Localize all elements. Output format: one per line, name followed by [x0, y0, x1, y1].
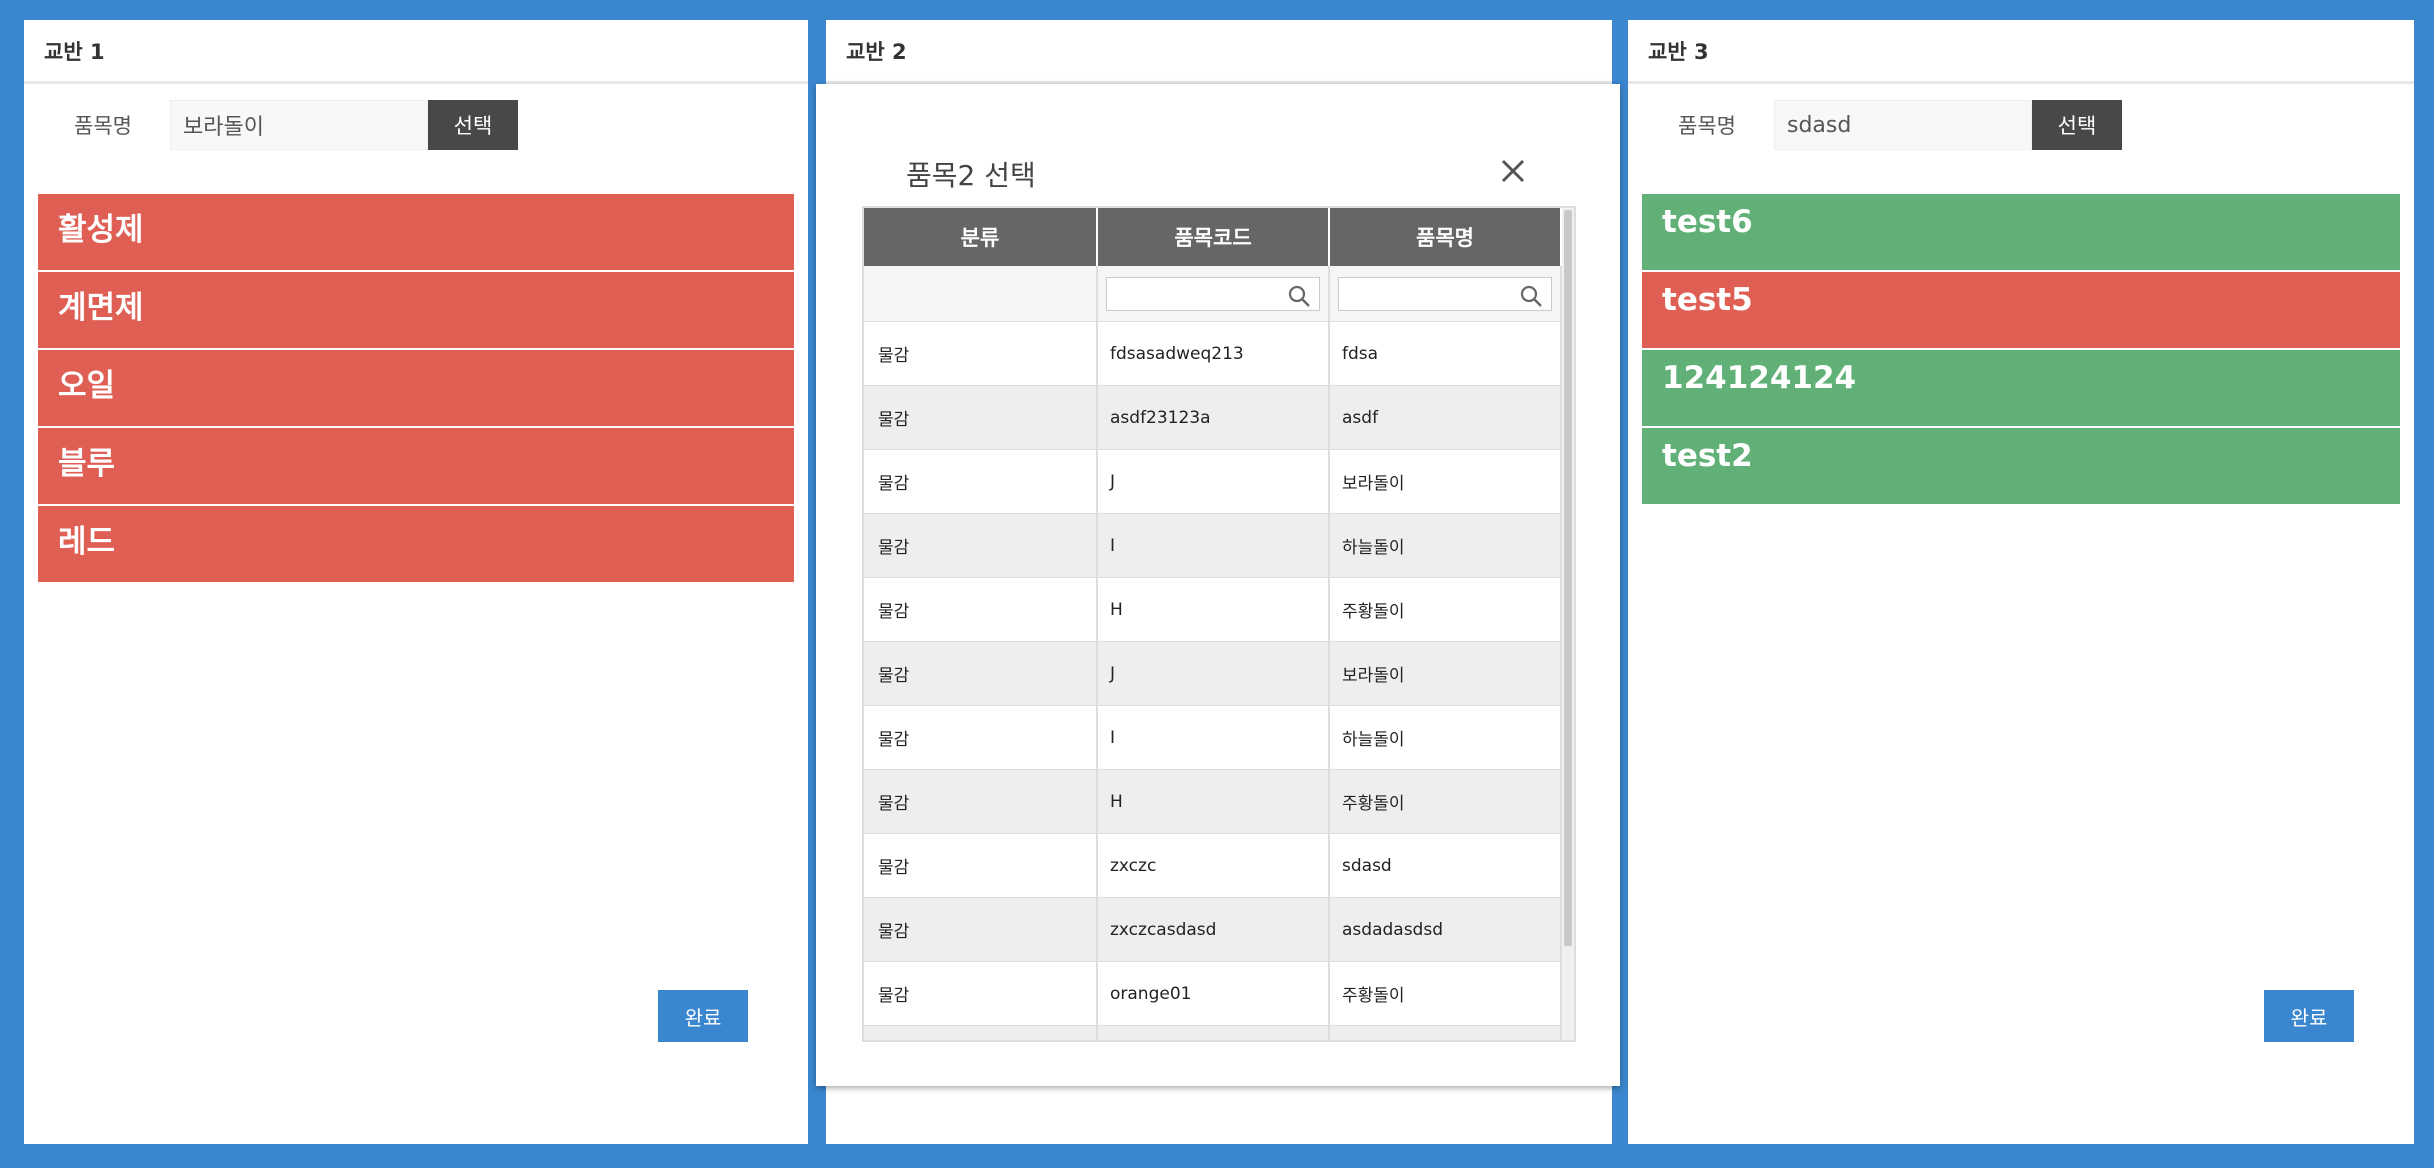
grid-scrollbar[interactable]: [1562, 208, 1574, 1040]
cell-category: 물감: [864, 706, 1098, 769]
cell-name: asdadasdsd: [1330, 898, 1562, 961]
table-row[interactable]: 물감 H 주황돌이: [864, 578, 1574, 642]
panel-title: 교반 2: [826, 20, 1612, 84]
filter-cell-empty: [864, 266, 1098, 321]
table-row[interactable]: 물감 zxczcasdasd asdadasdsd: [864, 898, 1574, 962]
select-button[interactable]: 선택: [428, 100, 518, 150]
filter-cell-code: [1098, 266, 1330, 321]
panel-title: 교반 3: [1628, 20, 2414, 84]
cell-code: zxczc: [1098, 834, 1330, 897]
cell-name: 주황돌이: [1330, 578, 1562, 641]
table-row[interactable]: 물감 orange01 주황돌이: [864, 962, 1574, 1026]
search-label: 품목명: [1678, 114, 1736, 138]
table-row[interactable]: 물감 J 보라돌이: [864, 450, 1574, 514]
grid-header: 분류 품목코드 품목명: [864, 208, 1574, 266]
cell-code: asdf23123a: [1098, 386, 1330, 449]
list-item[interactable]: test2: [1642, 428, 2400, 506]
list-item[interactable]: 블루: [38, 428, 794, 506]
done-button[interactable]: 완료: [2264, 990, 2354, 1042]
cell-code: zxczcasdasd: [1098, 898, 1330, 961]
list-item[interactable]: 계면제: [38, 272, 794, 350]
item-list: test6 test5 124124124 test2: [1642, 194, 2400, 506]
empty-cell: [1330, 1026, 1562, 1040]
cell-category: 물감: [864, 962, 1098, 1025]
column-header-name[interactable]: 품목명: [1330, 208, 1562, 266]
cell-category: 물감: [864, 834, 1098, 897]
list-item[interactable]: 오일: [38, 350, 794, 428]
cell-code: I: [1098, 514, 1330, 577]
table-row[interactable]: 물감 asdf23123a asdf: [864, 386, 1574, 450]
done-button[interactable]: 완료: [658, 990, 748, 1042]
table-row[interactable]: 물감 zxczc sdasd: [864, 834, 1574, 898]
cell-code: fdsasadweq213: [1098, 322, 1330, 385]
list-item[interactable]: test6: [1642, 194, 2400, 272]
item-select-modal: 품목2 선택 분류 품목코드 품목명 물감 fdsasadweq213 fdsa…: [816, 84, 1620, 1086]
table-row[interactable]: 물감 fdsasadweq213 fdsa: [864, 322, 1574, 386]
search-input[interactable]: sdasd: [1774, 100, 2032, 150]
name-filter-input[interactable]: [1338, 276, 1552, 311]
column-header-code[interactable]: 품목코드: [1098, 208, 1330, 266]
cell-category: 물감: [864, 322, 1098, 385]
cell-name: 주황돌이: [1330, 962, 1562, 1025]
panel-3: 교반 3 품목명 sdasd 선택 test6 test5 124124124 …: [1628, 20, 2414, 1144]
table-row[interactable]: 물감 I 하늘돌이: [864, 514, 1574, 578]
cell-name: 주황돌이: [1330, 770, 1562, 833]
cell-code: H: [1098, 578, 1330, 641]
filter-row: [864, 266, 1574, 322]
search-row: 품목명 sdasd 선택: [1678, 100, 2122, 150]
item-list: 활성제 계면제 오일 블루 레드: [38, 194, 794, 584]
cell-name: fdsa: [1330, 322, 1562, 385]
search-icon[interactable]: [1287, 284, 1311, 308]
cell-code: J: [1098, 642, 1330, 705]
cell-name: asdf: [1330, 386, 1562, 449]
grid-body: 물감 fdsasadweq213 fdsa 물감 asdf23123a asdf 물감 J 보라…: [864, 322, 1574, 1040]
search-icon[interactable]: [1519, 284, 1543, 308]
cell-category: 물감: [864, 514, 1098, 577]
panel-title: 교반 1: [24, 20, 808, 84]
item-grid: 분류 품목코드 품목명 물감 fdsasadweq213 fdsa 물감 asd…: [862, 206, 1576, 1042]
table-row[interactable]: 물감 J 보라돌이: [864, 642, 1574, 706]
select-button[interactable]: 선택: [2032, 100, 2122, 150]
cell-category: 물감: [864, 450, 1098, 513]
list-item[interactable]: 활성제: [38, 194, 794, 272]
panel-1: 교반 1 품목명 보라돌이 선택 활성제 계면제 오일 블루 레드 완료: [24, 20, 808, 1144]
cell-name: 하늘돌이: [1330, 706, 1562, 769]
column-header-category[interactable]: 분류: [864, 208, 1098, 266]
cell-code: J: [1098, 450, 1330, 513]
close-icon[interactable]: [1498, 156, 1528, 186]
empty-cell: [1098, 1026, 1330, 1040]
list-item[interactable]: 레드: [38, 506, 794, 584]
modal-title: 품목2 선택: [906, 159, 1036, 192]
search-input[interactable]: 보라돌이: [170, 100, 428, 150]
cell-name: sdasd: [1330, 834, 1562, 897]
cell-code: I: [1098, 706, 1330, 769]
empty-cell: [864, 1026, 1098, 1040]
cell-name: 하늘돌이: [1330, 514, 1562, 577]
search-label: 품목명: [74, 114, 132, 138]
table-row-partial: [864, 1026, 1574, 1040]
cell-category: 물감: [864, 642, 1098, 705]
cell-name: 보라돌이: [1330, 450, 1562, 513]
list-item[interactable]: test5: [1642, 272, 2400, 350]
list-item[interactable]: 124124124: [1642, 350, 2400, 428]
cell-category: 물감: [864, 898, 1098, 961]
cell-code: orange01: [1098, 962, 1330, 1025]
table-row[interactable]: 물감 H 주황돌이: [864, 770, 1574, 834]
cell-category: 물감: [864, 386, 1098, 449]
cell-name: 보라돌이: [1330, 642, 1562, 705]
cell-category: 물감: [864, 770, 1098, 833]
code-filter-input[interactable]: [1106, 276, 1320, 311]
search-row: 품목명 보라돌이 선택: [74, 100, 518, 150]
scrollbar-thumb[interactable]: [1564, 210, 1572, 946]
cell-category: 물감: [864, 578, 1098, 641]
cell-code: H: [1098, 770, 1330, 833]
table-row[interactable]: 물감 I 하늘돌이: [864, 706, 1574, 770]
filter-cell-name: [1330, 266, 1562, 321]
